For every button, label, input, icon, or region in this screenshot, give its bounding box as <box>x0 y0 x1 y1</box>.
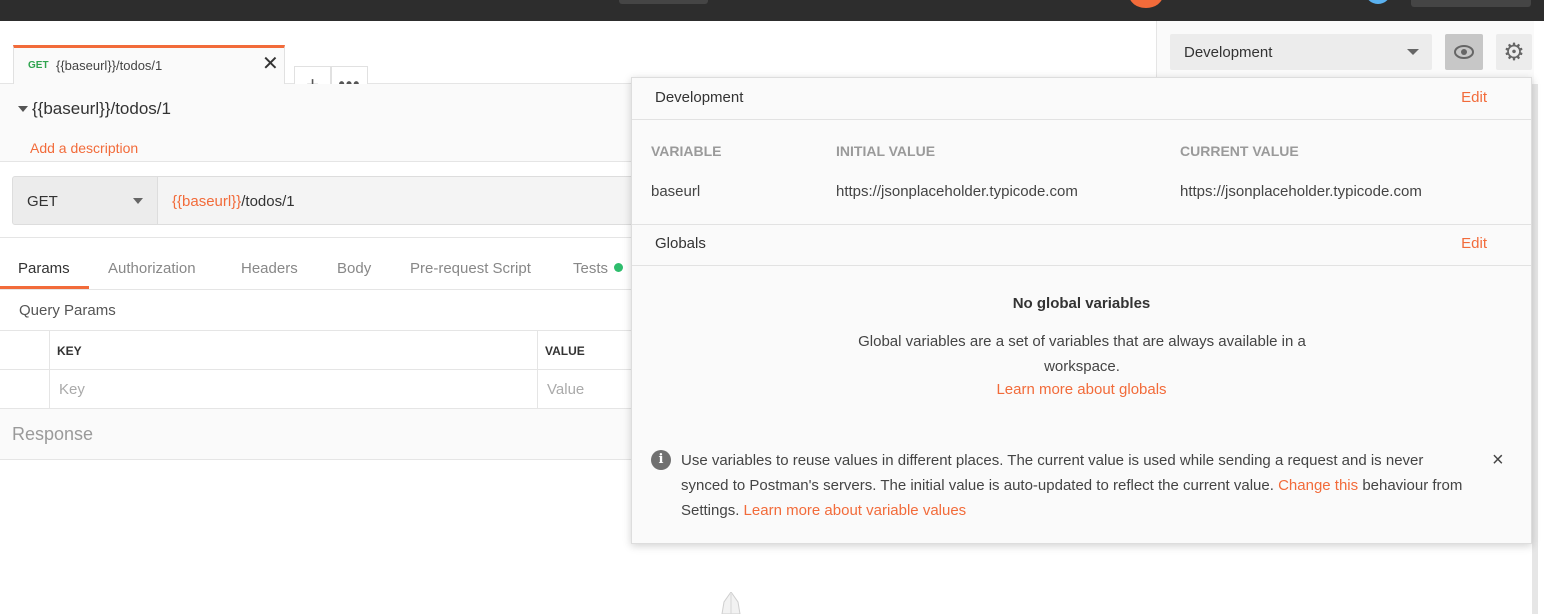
param-value-input[interactable]: Value <box>547 381 584 398</box>
user-avatar[interactable] <box>1365 0 1391 4</box>
current-value-column-header: CURRENT VALUE <box>1180 143 1299 159</box>
environment-header: Development Edit <box>632 78 1531 120</box>
spaceship-illustration-icon <box>721 592 741 614</box>
chevron-down-icon <box>1407 49 1419 55</box>
environment-variables-table: VARIABLE INITIAL VALUE CURRENT VALUE bas… <box>632 121 1531 225</box>
add-description-link[interactable]: Add a description <box>30 140 138 156</box>
tests-status-dot <box>614 263 624 272</box>
tab-tests[interactable]: Tests <box>573 260 624 277</box>
query-params-title: Query Params <box>19 302 116 319</box>
request-name[interactable]: {{baseurl}}/todos/1 <box>32 99 171 119</box>
request-tab-strip: GET {{baseurl}}/todos/1 ✕ + ••• <box>0 21 1156 103</box>
variable-initial-value: https://jsonplaceholder.typicode.com <box>836 183 1078 200</box>
tab-authorization[interactable]: Authorization <box>108 260 196 277</box>
initial-value-column-header: INITIAL VALUE <box>836 143 936 159</box>
eye-icon <box>1454 45 1474 59</box>
tab-body[interactable]: Body <box>337 260 371 277</box>
app-title-bar <box>0 0 1544 21</box>
close-tab-icon[interactable]: ✕ <box>262 54 279 74</box>
close-icon[interactable]: × <box>1492 450 1504 470</box>
variable-column-header: VARIABLE <box>651 143 722 159</box>
tab-tests-label: Tests <box>573 260 609 277</box>
request-tab-title: {{baseurl}}/todos/1 <box>56 58 163 73</box>
gear-icon: ⚙ <box>1503 38 1525 66</box>
globals-header: Globals Edit <box>632 224 1531 266</box>
request-tab[interactable]: GET {{baseurl}}/todos/1 ✕ <box>13 45 285 85</box>
learn-more-globals-text[interactable]: Learn more about globals <box>996 381 1166 398</box>
environment-title: Development <box>655 89 744 106</box>
info-icon: i <box>651 450 671 470</box>
tab-params[interactable]: Params <box>18 260 70 277</box>
title-bar-center-control[interactable] <box>619 0 708 4</box>
request-tab-method: GET <box>28 60 49 71</box>
learn-more-variable-values-link[interactable]: Learn more about variable values <box>744 502 967 519</box>
variable-name: baseurl <box>651 183 701 200</box>
chevron-down-icon <box>133 198 143 204</box>
param-key-input[interactable]: Key <box>59 381 85 398</box>
title-bar-right-control[interactable] <box>1411 0 1531 7</box>
key-column-header: KEY <box>57 344 82 358</box>
method-select[interactable]: GET <box>12 176 158 225</box>
globals-title: Globals <box>655 235 706 252</box>
value-column-header: VALUE <box>545 344 585 358</box>
scrollbar[interactable] <box>1532 84 1538 614</box>
url-variable: {{baseurl}} <box>172 193 242 210</box>
tab-pre-request-script[interactable]: Pre-request Script <box>410 260 531 277</box>
column-divider <box>537 331 538 409</box>
method-select-value: GET <box>27 193 58 210</box>
environment-bar: Development ⚙ <box>1156 21 1534 84</box>
collapse-toggle-icon[interactable] <box>18 106 28 112</box>
environment-select-value: Development <box>1184 44 1273 61</box>
sync-status-icon[interactable] <box>1129 0 1163 8</box>
url-path: /todos/1 <box>241 193 295 210</box>
no-globals-description: Global variables are a set of variables … <box>858 333 1306 375</box>
environment-select[interactable]: Development <box>1170 34 1432 70</box>
response-title: Response <box>12 424 94 444</box>
environment-quick-look-button[interactable] <box>1445 34 1483 70</box>
environment-quick-look-popover: Development Edit VARIABLE INITIAL VALUE … <box>631 77 1532 544</box>
column-divider <box>49 331 50 409</box>
change-this-link[interactable]: Change this <box>1278 477 1358 494</box>
learn-more-globals-link: Learn more about globals <box>632 381 1531 398</box>
edit-environment-link[interactable]: Edit <box>1461 89 1487 106</box>
info-text: Use variables to reuse values in differe… <box>681 448 1471 523</box>
no-globals-title: No global variables <box>1012 295 1151 312</box>
active-tab-indicator <box>0 286 89 289</box>
variable-current-value: https://jsonplaceholder.typicode.com <box>1180 183 1422 200</box>
manage-environments-button[interactable]: ⚙ <box>1496 34 1532 70</box>
edit-globals-link[interactable]: Edit <box>1461 235 1487 252</box>
tab-headers[interactable]: Headers <box>241 260 298 277</box>
